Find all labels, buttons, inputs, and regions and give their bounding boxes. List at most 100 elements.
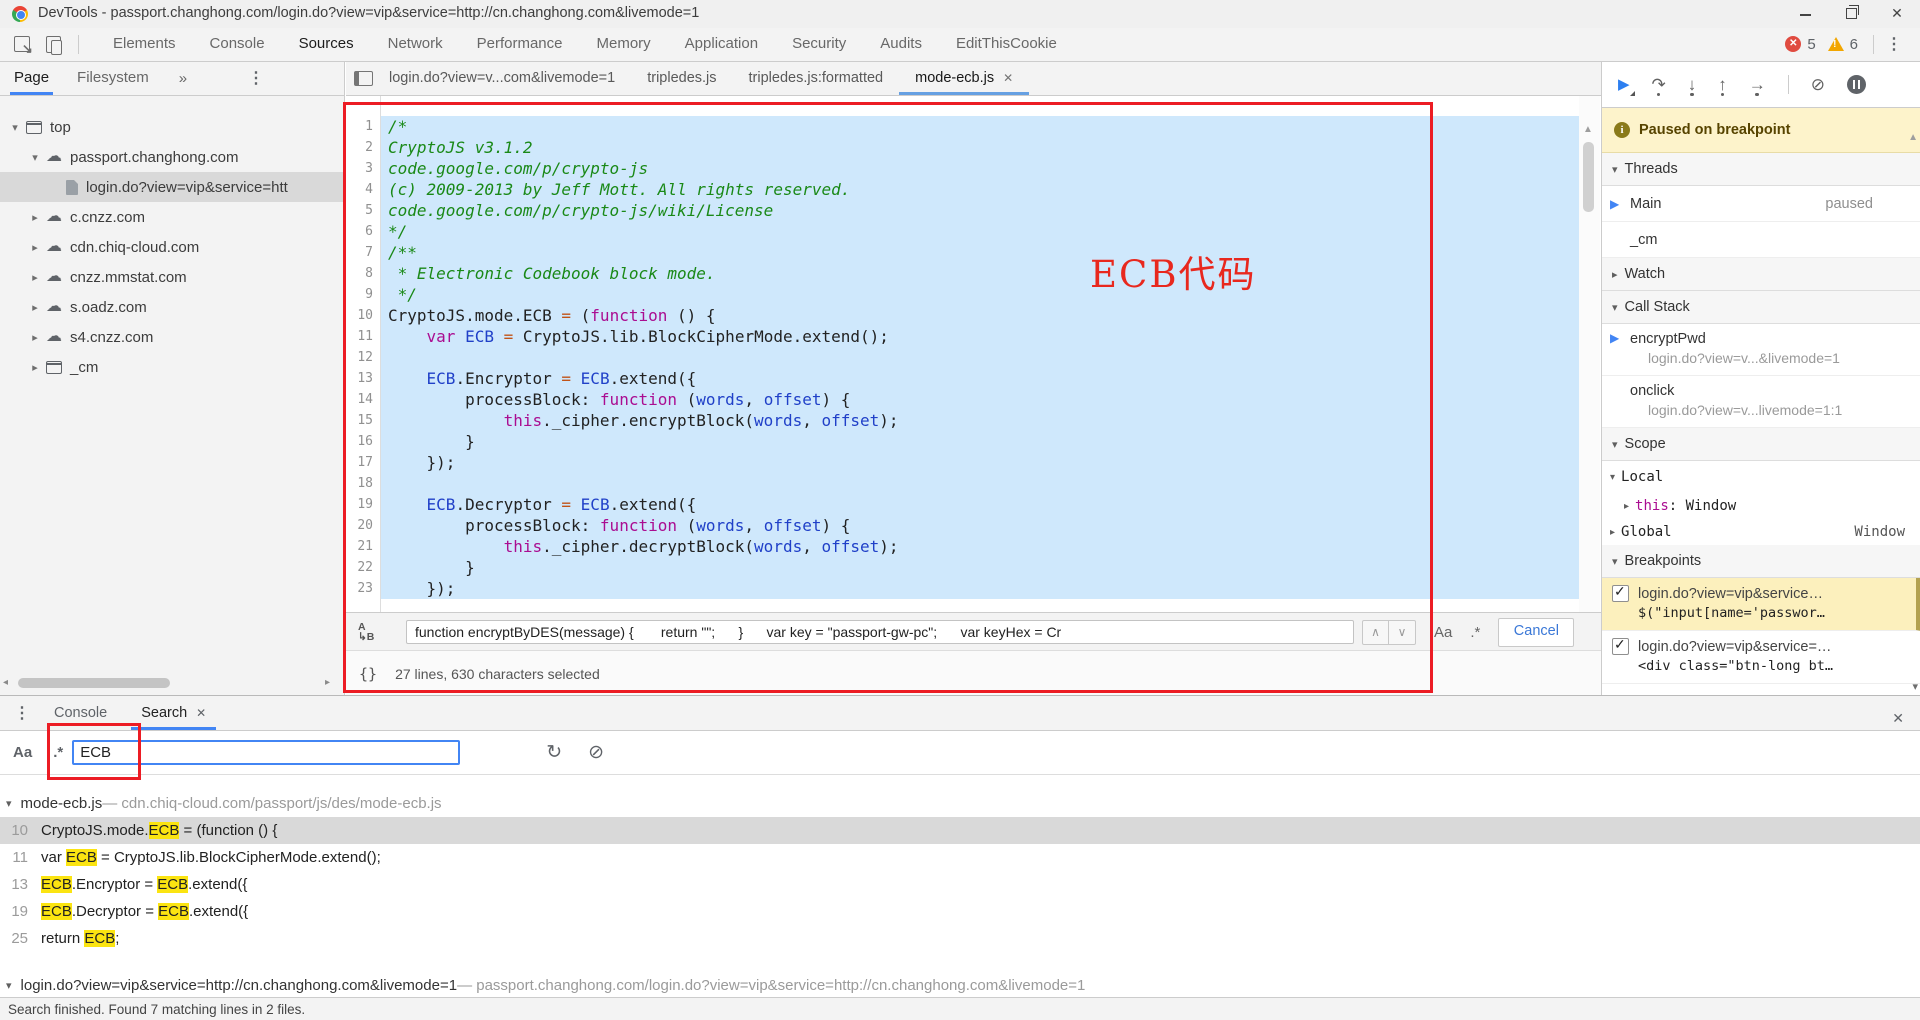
scope-row[interactable]: ▾Local	[1602, 461, 1920, 493]
code-line[interactable]: 7/**	[346, 242, 1579, 263]
find-input[interactable]	[406, 620, 1354, 644]
console-badges[interactable]: ✕ 5 ! 6	[1785, 28, 1858, 60]
hscroll-thumb[interactable]	[18, 678, 170, 688]
call-stack-frame[interactable]: onclicklogin.do?view=v...livemode=1:1	[1602, 376, 1920, 428]
code-line[interactable]: 8 * Electronic Codebook block mode.	[346, 263, 1579, 284]
code-line[interactable]: 22 }	[346, 557, 1579, 578]
expander-icon[interactable]: ▾	[28, 151, 42, 164]
call-stack-frame[interactable]: ▶encryptPwdlogin.do?view=v...&livemode=1	[1602, 324, 1920, 376]
search-input[interactable]	[72, 740, 460, 765]
search-match-row[interactable]: 19ECB.Decryptor = ECB.extend({	[0, 898, 1920, 925]
code-line[interactable]: 1/*	[346, 116, 1579, 137]
code-line[interactable]: 5code.google.com/p/crypto-js/wiki/Licens…	[346, 200, 1579, 221]
expander-icon[interactable]: ▸	[28, 211, 42, 224]
more-tabs-chevron[interactable]: »	[179, 70, 187, 87]
tab-application[interactable]: Application	[668, 28, 775, 61]
find-previous-icon[interactable]: ∧	[1362, 620, 1389, 645]
toggle-navigator-icon[interactable]	[354, 71, 373, 86]
expander-icon[interactable]: ▾	[1610, 472, 1615, 483]
tree-item[interactable]: ▸☁cdn.chiq-cloud.com	[0, 232, 344, 262]
tab-filesystem[interactable]: Filesystem	[77, 62, 149, 95]
match-case-toggle[interactable]: Aa	[13, 744, 32, 761]
resume-script-icon[interactable]: ▶	[1618, 76, 1630, 93]
code-line[interactable]: 2CryptoJS v3.1.2	[346, 137, 1579, 158]
editor-tab[interactable]: tripledes.js	[631, 62, 732, 95]
tab-security[interactable]: Security	[775, 28, 863, 61]
thread-row[interactable]: ▶Mainpaused	[1602, 186, 1920, 222]
code-line[interactable]: 9 */	[346, 284, 1579, 305]
code-line[interactable]: 13 ECB.Encryptor = ECB.extend({	[346, 368, 1579, 389]
editor-tab[interactable]: login.do?view=v...com&livemode=1	[373, 62, 631, 95]
devtools-menu-icon[interactable]: ⋮	[1886, 34, 1902, 54]
close-tab-icon[interactable]: ✕	[196, 697, 206, 730]
tab-elements[interactable]: Elements	[96, 28, 193, 61]
section-call-stack[interactable]: ▾ Call Stack	[1602, 291, 1920, 324]
thread-row[interactable]: _cm	[1602, 222, 1920, 258]
inspect-element-icon[interactable]	[14, 36, 30, 52]
navigator-hscrollbar[interactable]: ◂ ▸	[0, 675, 344, 691]
drawer-menu-icon[interactable]: ⋮	[14, 703, 30, 723]
tab-memory[interactable]: Memory	[580, 28, 668, 61]
tab-sources[interactable]: Sources	[282, 28, 371, 61]
editor-tab[interactable]: mode-ecb.js✕	[899, 62, 1029, 95]
editor-tab[interactable]: tripledes.js:formatted	[733, 62, 900, 95]
tree-item[interactable]: ▾☁passport.changhong.com	[0, 142, 344, 172]
section-scope[interactable]: ▾ Scope	[1602, 428, 1920, 461]
scroll-left-icon[interactable]: ◂	[3, 677, 8, 688]
find-next-icon[interactable]: ∨	[1389, 620, 1416, 645]
expander-icon[interactable]: ▸	[28, 301, 42, 314]
code-line[interactable]: 15 this._cipher.encryptBlock(words, offs…	[346, 410, 1579, 431]
match-case-toggle[interactable]: Aa	[1434, 624, 1452, 641]
search-mode-icon[interactable]: A ↳B	[358, 622, 384, 642]
step-into-icon[interactable]: ↓	[1688, 76, 1697, 93]
breakpoint-item[interactable]: login.do?view=vip&service=…<div class="b…	[1602, 631, 1920, 684]
deactivate-breakpoints-icon[interactable]: ⊘	[1811, 76, 1825, 93]
breakpoint-checkbox[interactable]	[1612, 638, 1629, 655]
tab-console[interactable]: Console	[193, 28, 282, 61]
tree-item[interactable]: login.do?view=vip&service=htt	[0, 172, 344, 202]
expander-icon[interactable]: ▸	[1610, 527, 1615, 538]
tab-audits[interactable]: Audits	[863, 28, 939, 61]
tree-item[interactable]: ▸☁s4.cnzz.com	[0, 322, 344, 352]
search-match-row[interactable]: 25return ECB;	[0, 925, 1920, 952]
navigator-menu-icon[interactable]: ⋮	[248, 68, 264, 88]
tree-item[interactable]: ▸_cm	[0, 352, 344, 382]
step-over-icon[interactable]: ↷	[1652, 76, 1666, 93]
minimize-button[interactable]	[1782, 0, 1828, 27]
tree-item[interactable]: ▸☁c.cnzz.com	[0, 202, 344, 232]
code-line[interactable]: 23 });	[346, 578, 1579, 599]
tab-editthiscookie[interactable]: EditThisCookie	[939, 28, 1074, 61]
step-icon[interactable]: →	[1749, 76, 1766, 93]
tab-page[interactable]: Page	[14, 62, 49, 95]
code-line[interactable]: 14 processBlock: function (words, offset…	[346, 389, 1579, 410]
close-tab-icon[interactable]: ✕	[1003, 71, 1013, 85]
cancel-button[interactable]: Cancel	[1498, 618, 1574, 647]
expander-icon[interactable]: ▸	[28, 271, 42, 284]
regex-toggle[interactable]: .*	[1470, 624, 1480, 641]
result-file-header[interactable]: ▾login.do?view=vip&service=http://cn.cha…	[0, 972, 1920, 998]
search-match-row[interactable]: 10CryptoJS.mode.ECB = (function () {	[0, 817, 1920, 844]
tree-item[interactable]: ▸☁cnzz.mmstat.com	[0, 262, 344, 292]
scroll-down-icon[interactable]: ▾	[1912, 680, 1918, 693]
regex-toggle[interactable]: .*	[53, 744, 63, 761]
section-breakpoints[interactable]: ▾ Breakpoints	[1602, 545, 1920, 578]
code-line[interactable]: 3code.google.com/p/crypto-js	[346, 158, 1579, 179]
vscroll-thumb[interactable]	[1583, 142, 1594, 212]
tree-item[interactable]: ▾top	[0, 112, 344, 142]
search-match-row[interactable]: 13ECB.Encryptor = ECB.extend({	[0, 871, 1920, 898]
result-file-header[interactable]: ▾mode-ecb.js — cdn.chiq-cloud.com/passpo…	[0, 790, 1920, 817]
code-line[interactable]: 11 var ECB = CryptoJS.lib.BlockCipherMod…	[346, 326, 1579, 347]
expander-icon[interactable]: ▸	[28, 241, 42, 254]
expander-icon[interactable]: ▸	[1624, 501, 1629, 512]
pause-on-exceptions-icon[interactable]	[1847, 75, 1866, 94]
close-window-button[interactable]: ✕	[1874, 0, 1920, 27]
restore-button[interactable]	[1828, 0, 1874, 27]
breakpoint-checkbox[interactable]	[1612, 585, 1629, 602]
tab-network[interactable]: Network	[371, 28, 460, 61]
code-line[interactable]: 20 processBlock: function (words, offset…	[346, 515, 1579, 536]
expander-icon[interactable]: ▸	[28, 331, 42, 344]
code-line[interactable]: 10CryptoJS.mode.ECB = (function () {	[346, 305, 1579, 326]
expander-icon[interactable]: ▸	[28, 361, 42, 374]
search-match-row[interactable]: 11var ECB = CryptoJS.lib.BlockCipherMode…	[0, 844, 1920, 871]
device-toolbar-icon[interactable]	[46, 36, 61, 53]
